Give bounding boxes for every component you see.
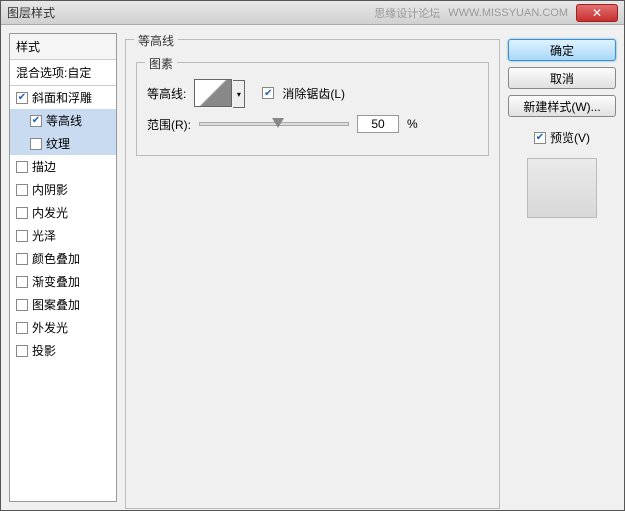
contour-group: 等高线 图素 等高线: ▾ 消除锯齿(L) 范围(R): <box>125 39 500 509</box>
style-checkbox[interactable] <box>16 322 28 334</box>
settings-panel: 等高线 图素 等高线: ▾ 消除锯齿(L) 范围(R): <box>125 33 500 502</box>
style-item-1[interactable]: 等高线 <box>10 109 116 132</box>
antialias-label: 消除锯齿(L) <box>282 85 345 102</box>
style-checkbox[interactable] <box>16 161 28 173</box>
style-item-label: 斜面和浮雕 <box>32 89 92 106</box>
style-checkbox[interactable] <box>16 92 28 104</box>
watermark-text: 思缘设计论坛 <box>374 5 440 21</box>
style-item-5[interactable]: 内发光 <box>10 201 116 224</box>
style-item-9[interactable]: 图案叠加 <box>10 293 116 316</box>
action-panel: 确定 取消 新建样式(W)... 预览(V) <box>508 33 616 502</box>
style-checkbox[interactable] <box>16 276 28 288</box>
style-checkbox[interactable] <box>30 115 42 127</box>
percent-label: % <box>407 117 418 131</box>
blending-options[interactable]: 混合选项:自定 <box>10 60 116 86</box>
elements-group: 图素 等高线: ▾ 消除锯齿(L) 范围(R): <box>136 62 489 156</box>
styles-list: 样式 混合选项:自定 斜面和浮雕等高线纹理描边内阴影内发光光泽颜色叠加渐变叠加图… <box>9 33 117 502</box>
contour-picker[interactable]: ▾ <box>194 79 232 107</box>
range-input[interactable]: 50 <box>357 115 399 133</box>
style-checkbox[interactable] <box>16 299 28 311</box>
styles-header: 样式 <box>10 34 116 60</box>
titlebar: 图层样式 思缘设计论坛 WWW.MISSYUAN.COM ✕ <box>1 1 624 25</box>
style-item-label: 等高线 <box>46 112 82 129</box>
style-item-label: 纹理 <box>46 135 70 152</box>
style-checkbox[interactable] <box>30 138 42 150</box>
style-item-label: 内发光 <box>32 204 68 221</box>
style-checkbox[interactable] <box>16 207 28 219</box>
watermark-url: WWW.MISSYUAN.COM <box>448 7 568 19</box>
style-item-label: 光泽 <box>32 227 56 244</box>
preview-checkbox[interactable] <box>534 132 546 144</box>
style-item-label: 渐变叠加 <box>32 273 80 290</box>
contour-group-legend: 等高线 <box>134 32 178 49</box>
style-item-4[interactable]: 内阴影 <box>10 178 116 201</box>
style-item-11[interactable]: 投影 <box>10 339 116 362</box>
style-item-6[interactable]: 光泽 <box>10 224 116 247</box>
cancel-button[interactable]: 取消 <box>508 67 616 89</box>
style-checkbox[interactable] <box>16 253 28 265</box>
style-item-label: 图案叠加 <box>32 296 80 313</box>
chevron-down-icon[interactable]: ▾ <box>233 80 245 108</box>
ok-button[interactable]: 确定 <box>508 39 616 61</box>
new-style-button[interactable]: 新建样式(W)... <box>508 95 616 117</box>
style-checkbox[interactable] <box>16 230 28 242</box>
style-item-label: 内阴影 <box>32 181 68 198</box>
elements-group-legend: 图素 <box>145 55 177 72</box>
style-item-label: 投影 <box>32 342 56 359</box>
style-item-label: 颜色叠加 <box>32 250 80 267</box>
dialog-title: 图层样式 <box>7 4 374 21</box>
style-item-8[interactable]: 渐变叠加 <box>10 270 116 293</box>
close-icon: ✕ <box>592 6 602 20</box>
antialias-checkbox[interactable] <box>262 87 274 99</box>
contour-label: 等高线: <box>147 85 186 102</box>
slider-thumb-icon[interactable] <box>272 118 284 128</box>
dialog-body: 样式 混合选项:自定 斜面和浮雕等高线纹理描边内阴影内发光光泽颜色叠加渐变叠加图… <box>1 25 624 510</box>
style-item-7[interactable]: 颜色叠加 <box>10 247 116 270</box>
close-button[interactable]: ✕ <box>576 4 618 22</box>
range-slider[interactable] <box>199 122 349 126</box>
style-checkbox[interactable] <box>16 184 28 196</box>
style-item-3[interactable]: 描边 <box>10 155 116 178</box>
style-item-0[interactable]: 斜面和浮雕 <box>10 86 116 109</box>
preview-label: 预览(V) <box>550 129 590 146</box>
preview-swatch <box>527 158 597 218</box>
style-item-label: 描边 <box>32 158 56 175</box>
style-item-label: 外发光 <box>32 319 68 336</box>
layer-style-dialog: 图层样式 思缘设计论坛 WWW.MISSYUAN.COM ✕ 样式 混合选项:自… <box>0 0 625 511</box>
style-checkbox[interactable] <box>16 345 28 357</box>
style-item-2[interactable]: 纹理 <box>10 132 116 155</box>
style-item-10[interactable]: 外发光 <box>10 316 116 339</box>
range-label: 范围(R): <box>147 116 191 133</box>
